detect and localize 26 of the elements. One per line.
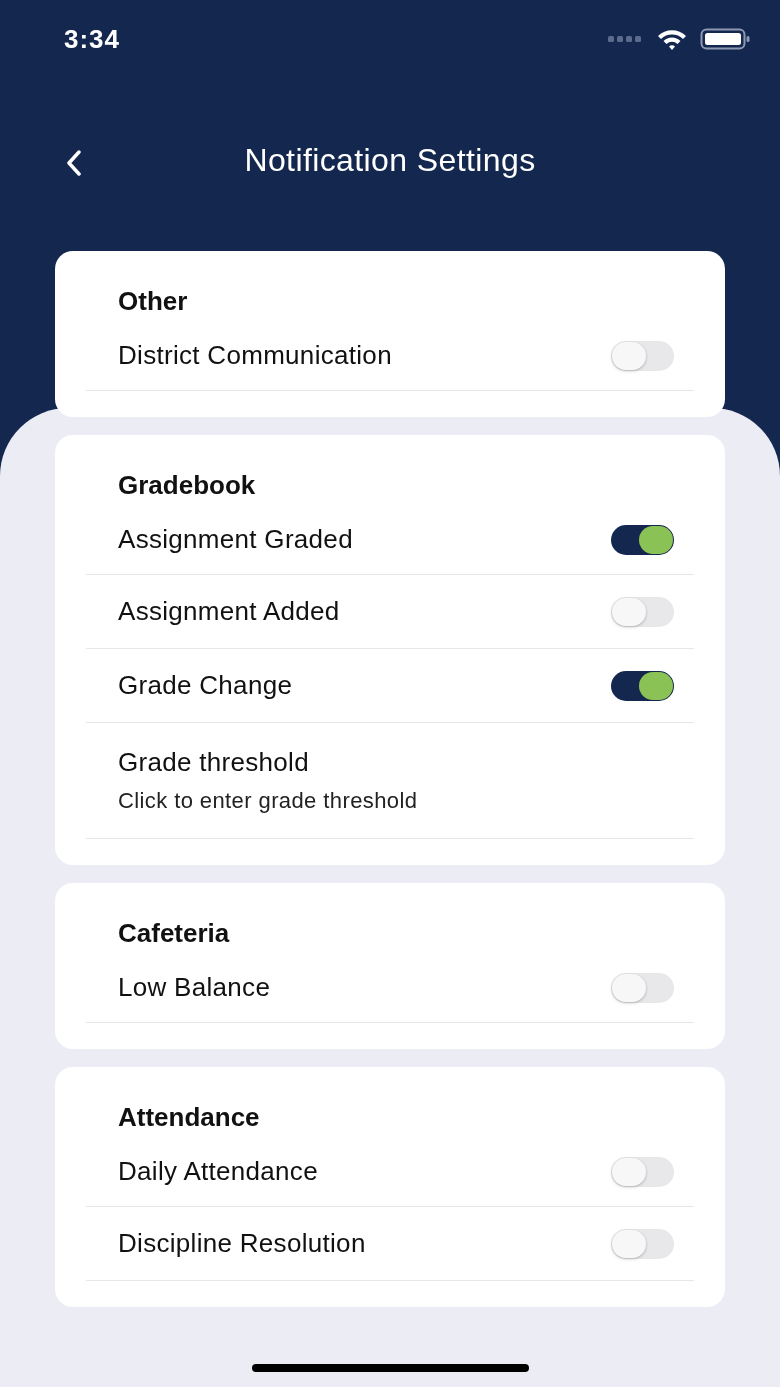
toggle-switch[interactable] (611, 524, 674, 555)
setting-label: Assignment Graded (118, 524, 353, 555)
setting-label: Low Balance (118, 972, 271, 1003)
toggle-switch[interactable] (611, 972, 674, 1003)
setting-label: Daily Attendance (118, 1156, 318, 1187)
toggle-switch[interactable] (611, 1228, 674, 1259)
toggle-switch[interactable] (611, 670, 674, 701)
signal-icon (608, 35, 644, 43)
setting-label: District Communication (118, 340, 392, 371)
screen-title: Notification Settings (244, 141, 536, 179)
setting-label: Discipline Resolution (118, 1228, 366, 1259)
battery-icon (700, 27, 750, 51)
toggle-switch[interactable] (611, 1156, 674, 1187)
section-title: Cafeteria (117, 917, 231, 950)
setting-label[interactable]: Grade threshold (118, 747, 309, 778)
section-title: Attendance (117, 1101, 261, 1134)
toggle-switch[interactable] (611, 596, 674, 627)
setting-label: Assignment Added (118, 596, 340, 627)
section-title: Gradebook (117, 469, 257, 502)
wifi-icon (656, 27, 688, 51)
setting-label: Grade Change (118, 670, 293, 701)
setting-hint[interactable]: Click to enter grade threshold (118, 788, 418, 814)
toggle-switch[interactable] (611, 340, 674, 371)
status-time: 3:34 (64, 23, 121, 55)
back-icon (66, 150, 82, 176)
section-title: Other (117, 285, 189, 318)
